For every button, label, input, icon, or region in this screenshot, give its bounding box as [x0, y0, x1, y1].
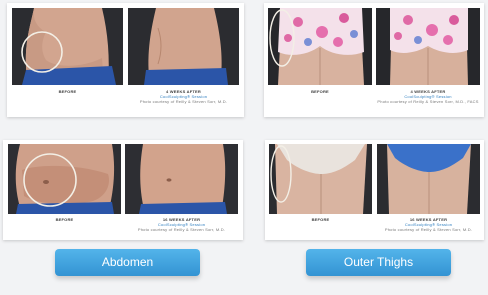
thighs-before-image	[270, 144, 367, 214]
thighs-after-image	[387, 144, 471, 214]
thighs-before-image	[269, 8, 364, 85]
before-label: BEFORE	[55, 217, 74, 222]
thighs-after-image	[390, 8, 468, 85]
thighs-4-weeks-card: BEFORE 4 WEEKS AFTER CoolSculpting® Sess…	[264, 3, 484, 117]
thighs-16-weeks-card: BEFORE 16 WEEKS AFTER CoolSculpting® Ses…	[265, 140, 484, 240]
photo-credit: Photo courtesy of Reilly & Steven Sorr, …	[139, 99, 228, 104]
before-photo	[8, 144, 121, 214]
abdomen-after-image	[144, 8, 228, 85]
before-label: BEFORE	[311, 217, 330, 222]
before-caption: BEFORE	[269, 217, 372, 222]
photo-credit: Photo courtesy of Reilly & Steven Sorr, …	[137, 227, 226, 232]
before-photo	[269, 144, 372, 214]
abdomen-before-image	[21, 8, 116, 85]
before-photo	[12, 8, 123, 85]
photo-credit: Photo courtesy of Reilly & Steven Sorr, …	[384, 227, 473, 232]
outer-thighs-button[interactable]: Outer Thighs	[306, 249, 451, 276]
photo-credit: Photo courtesy of Reilly & Steven Sorr, …	[377, 99, 479, 104]
after-caption: 16 WEEKS AFTER CoolSculpting® Session Ph…	[377, 217, 480, 232]
abdomen-button[interactable]: Abdomen	[55, 249, 200, 276]
abdomen-16-weeks-card: BEFORE 16 WEEKS AFTER CoolSculpting® Ses…	[3, 140, 243, 240]
before-label: BEFORE	[311, 89, 329, 94]
abdomen-before-image	[15, 144, 115, 214]
after-caption: 4 WEEKS AFTER CoolSculpting® Session Pho…	[376, 89, 480, 104]
abdomen-after-image	[139, 144, 227, 214]
abdomen-4-weeks-card: BEFORE 4 WEEKS AFTER CoolSculpting® Sess…	[7, 3, 244, 117]
before-caption: BEFORE	[8, 217, 121, 222]
before-label: BEFORE	[58, 89, 77, 94]
after-photo	[125, 144, 238, 214]
after-caption: 16 WEEKS AFTER CoolSculpting® Session Ph…	[125, 217, 238, 232]
after-photo	[377, 144, 480, 214]
after-caption: 4 WEEKS AFTER CoolSculpting® Session Pho…	[128, 89, 239, 104]
before-caption: BEFORE	[12, 89, 123, 94]
after-photo	[376, 8, 480, 85]
after-photo	[128, 8, 239, 85]
before-photo	[268, 8, 372, 85]
before-caption: BEFORE	[268, 89, 372, 94]
